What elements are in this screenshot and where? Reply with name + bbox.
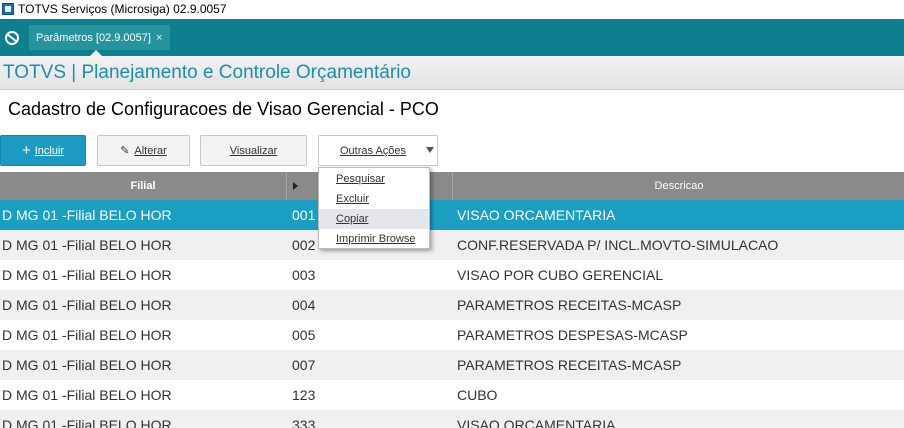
menu-item-label: Excluir — [336, 193, 370, 205]
table-row[interactable]: D MG 01 -Filial BELO HOR 005 PARAMETROS … — [0, 320, 904, 350]
alterar-label: Alterar — [134, 144, 167, 157]
tab-parametros[interactable]: Parâmetros [02.9.0057] × — [29, 25, 171, 50]
window-titlebar: TOTVS Serviços (Microsiga) 02.9.0057 — [0, 0, 904, 18]
home-button[interactable] — [0, 19, 24, 56]
cell-descricao: VISAO ORCAMENTARIA — [457, 207, 616, 223]
column-header-descricao-label: Descricao — [654, 180, 704, 192]
plus-icon: + — [21, 142, 31, 159]
grid-header: Filial Descricao — [0, 172, 904, 200]
incluir-label: Incluir — [34, 144, 65, 157]
column-header-filial[interactable]: Filial — [0, 172, 287, 200]
menu-item-excluir[interactable]: Excluir — [319, 189, 429, 209]
column-header-filial-label: Filial — [130, 180, 156, 192]
table-row[interactable]: D MG 01 -Filial BELO HOR 333 VISAO ORCAM… — [0, 410, 904, 428]
cell-codigo: 333 — [292, 417, 316, 428]
cell-filial: D MG 01 -Filial BELO HOR — [2, 237, 172, 253]
cell-filial: D MG 01 -Filial BELO HOR — [2, 327, 172, 343]
cell-filial: D MG 01 -Filial BELO HOR — [2, 267, 172, 283]
sort-arrow-icon — [293, 182, 298, 190]
outras-acoes-button[interactable]: Outras Ações — [318, 135, 438, 166]
chevron-down-icon — [426, 147, 434, 153]
tab-label: Parâmetros [02.9.0057] — [36, 31, 151, 44]
cell-codigo: 123 — [292, 387, 316, 403]
cell-filial: D MG 01 -Filial BELO HOR — [2, 387, 172, 403]
cell-codigo: 007 — [292, 357, 316, 373]
table-row[interactable]: D MG 01 -Filial BELO HOR 002 CONF.RESERV… — [0, 230, 904, 260]
menu-item-imprimir-browse[interactable]: Imprimir Browse — [319, 229, 429, 249]
action-toolbar: + Incluir ✎ Alterar Visualizar Outras Aç… — [0, 135, 904, 169]
tab-bar: Parâmetros [02.9.0057] × — [0, 19, 904, 56]
app-title: TOTVS | Planejamento e Controle Orçament… — [3, 62, 411, 83]
visualizar-button[interactable]: Visualizar — [200, 135, 307, 166]
cell-codigo: 004 — [292, 297, 316, 313]
outras-acoes-label: Outras Ações — [340, 144, 407, 157]
outras-acoes-menu: Pesquisar Excluir Copiar Imprimir Browse — [318, 167, 430, 249]
data-grid: Filial Descricao D MG 01 -Filial BELO HO… — [0, 172, 904, 428]
app-window-icon — [2, 3, 14, 15]
table-row[interactable]: D MG 01 -Filial BELO HOR 003 VISAO POR C… — [0, 260, 904, 290]
cell-descricao: PARAMETROS RECEITAS-MCASP — [457, 297, 682, 313]
home-icon — [5, 30, 19, 45]
cell-filial: D MG 01 -Filial BELO HOR — [2, 417, 172, 428]
alterar-button[interactable]: ✎ Alterar — [97, 135, 190, 166]
grid-body: D MG 01 -Filial BELO HOR 001 VISAO ORCAM… — [0, 200, 904, 428]
cell-descricao: PARAMETROS RECEITAS-MCASP — [457, 357, 682, 373]
menu-item-copiar[interactable]: Copiar — [319, 209, 429, 229]
cell-filial: D MG 01 -Filial BELO HOR — [2, 207, 172, 223]
cell-filial: D MG 01 -Filial BELO HOR — [2, 357, 172, 373]
visualizar-label: Visualizar — [229, 144, 278, 157]
table-row[interactable]: D MG 01 -Filial BELO HOR 001 VISAO ORCAM… — [0, 200, 904, 230]
cell-descricao: PARAMETROS DESPESAS-MCASP — [457, 327, 688, 343]
cell-codigo: 003 — [292, 267, 316, 283]
menu-item-label: Pesquisar — [336, 173, 385, 185]
pencil-icon: ✎ — [120, 145, 130, 157]
window-title: TOTVS Serviços (Microsiga) 02.9.0057 — [18, 2, 227, 16]
cell-codigo: 005 — [292, 327, 316, 343]
cell-filial: D MG 01 -Filial BELO HOR — [2, 297, 172, 313]
cell-descricao: CONF.RESERVADA P/ INCL.MOVTO-SIMULACAO — [457, 237, 779, 253]
column-header-descricao[interactable]: Descricao — [454, 172, 904, 200]
table-row[interactable]: D MG 01 -Filial BELO HOR 123 CUBO — [0, 380, 904, 410]
cell-descricao: CUBO — [457, 387, 498, 403]
table-row[interactable]: D MG 01 -Filial BELO HOR 004 PARAMETROS … — [0, 290, 904, 320]
cell-descricao: VISAO ORCAMENTARIA — [457, 417, 616, 428]
menu-item-label: Imprimir Browse — [336, 233, 416, 245]
incluir-button[interactable]: + Incluir — [0, 135, 86, 166]
table-row[interactable]: D MG 01 -Filial BELO HOR 007 PARAMETROS … — [0, 350, 904, 380]
app-header: TOTVS | Planejamento e Controle Orçament… — [0, 56, 904, 90]
menu-item-pesquisar[interactable]: Pesquisar — [319, 169, 429, 189]
page-title: Cadastro de Configuracoes de Visao Geren… — [8, 99, 439, 119]
menu-item-label: Copiar — [336, 213, 369, 225]
cell-descricao: VISAO POR CUBO GERENCIAL — [457, 267, 664, 283]
tab-close-icon[interactable]: × — [156, 32, 162, 44]
